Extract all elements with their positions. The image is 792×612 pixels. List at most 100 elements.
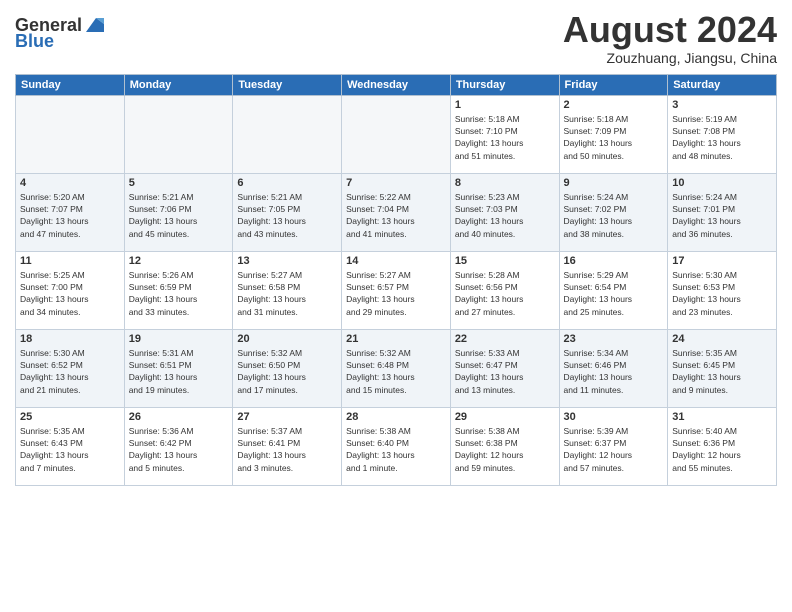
day-number: 4 [20, 177, 120, 189]
calendar-week-5: 25 Sunrise: 5:35 AMSunset: 6:43 PMDayligh… [16, 407, 777, 485]
day-info: Sunrise: 5:35 AMSunset: 6:45 PMDaylight:… [672, 347, 772, 396]
day-number: 19 [129, 333, 229, 345]
calendar-cell-5-4: 28Sunrise: 5:38 AMSunset: 6:40 PMDayligh… [342, 407, 451, 485]
calendar-header-row: Sunday Monday Tuesday Wednesday Thursday… [16, 74, 777, 95]
day-number: 18 [20, 333, 120, 345]
calendar-cell-2-7: 10 Sunrise: 5:24 AMSunset: 7:01 PMDayligh… [668, 173, 777, 251]
day-info: Sunrise: 5:40 AMSunset: 6:36 PMDaylight:… [672, 425, 772, 474]
day-info: Sunrise: 5:31 AMSunset: 6:51 PMDaylight:… [129, 347, 229, 396]
calendar-body: 1 Sunrise: 5:18 AMSunset: 7:10 PMDaylight… [16, 95, 777, 485]
col-sunday: Sunday [16, 74, 125, 95]
month-title: August 2024 [563, 10, 777, 50]
calendar-cell-3-3: 13 Sunrise: 5:27 AMSunset: 6:58 PMDayligh… [233, 251, 342, 329]
calendar-cell-3-7: 17Sunrise: 5:30 AMSunset: 6:53 PMDayligh… [668, 251, 777, 329]
day-number: 8 [455, 177, 555, 189]
day-number: 23 [564, 333, 664, 345]
day-number: 28 [346, 411, 446, 423]
day-info: Sunrise: 5:27 AMSunset: 6:58 PMDaylight:… [237, 269, 337, 318]
calendar-cell-5-7: 31 Sunrise: 5:40 AMSunset: 6:36 PMDayligh… [668, 407, 777, 485]
calendar-cell-5-1: 25 Sunrise: 5:35 AMSunset: 6:43 PMDayligh… [16, 407, 125, 485]
day-number: 13 [237, 255, 337, 267]
day-info: Sunrise: 5:18 AMSunset: 7:10 PMDaylight:… [455, 113, 555, 162]
day-number: 30 [564, 411, 664, 423]
calendar-cell-4-2: 19 Sunrise: 5:31 AMSunset: 6:51 PMDayligh… [124, 329, 233, 407]
logo: General Blue [15, 14, 104, 50]
day-info: Sunrise: 5:32 AMSunset: 6:50 PMDaylight:… [237, 347, 337, 396]
page: General Blue August 2024 Zouzhuang, Jian… [0, 0, 792, 612]
day-number: 7 [346, 177, 446, 189]
calendar-cell-2-2: 5 Sunrise: 5:21 AMSunset: 7:06 PMDaylight… [124, 173, 233, 251]
day-number: 14 [346, 255, 446, 267]
day-number: 3 [672, 99, 772, 111]
day-info: Sunrise: 5:33 AMSunset: 6:47 PMDaylight:… [455, 347, 555, 396]
day-number: 9 [564, 177, 664, 189]
day-number: 26 [129, 411, 229, 423]
calendar-cell-1-6: 2Sunrise: 5:18 AMSunset: 7:09 PMDaylight… [559, 95, 668, 173]
day-number: 29 [455, 411, 555, 423]
day-number: 5 [129, 177, 229, 189]
col-monday: Monday [124, 74, 233, 95]
day-info: Sunrise: 5:20 AMSunset: 7:07 PMDaylight:… [20, 191, 120, 240]
day-number: 17 [672, 255, 772, 267]
col-saturday: Saturday [668, 74, 777, 95]
day-number: 27 [237, 411, 337, 423]
calendar-cell-1-2 [124, 95, 233, 173]
calendar-cell-5-3: 27 Sunrise: 5:37 AMSunset: 6:41 PMDayligh… [233, 407, 342, 485]
col-thursday: Thursday [450, 74, 559, 95]
day-info: Sunrise: 5:28 AMSunset: 6:56 PMDaylight:… [455, 269, 555, 318]
calendar-week-3: 11Sunrise: 5:25 AMSunset: 7:00 PMDayligh… [16, 251, 777, 329]
calendar-cell-4-5: 22 Sunrise: 5:33 AMSunset: 6:47 PMDayligh… [450, 329, 559, 407]
calendar-cell-4-1: 18 Sunrise: 5:30 AMSunset: 6:52 PMDayligh… [16, 329, 125, 407]
calendar-cell-2-4: 7 Sunrise: 5:22 AMSunset: 7:04 PMDaylight… [342, 173, 451, 251]
calendar-cell-3-4: 14 Sunrise: 5:27 AMSunset: 6:57 PMDayligh… [342, 251, 451, 329]
calendar-cell-1-1 [16, 95, 125, 173]
col-wednesday: Wednesday [342, 74, 451, 95]
day-info: Sunrise: 5:23 AMSunset: 7:03 PMDaylight:… [455, 191, 555, 240]
day-number: 6 [237, 177, 337, 189]
day-info: Sunrise: 5:24 AMSunset: 7:01 PMDaylight:… [672, 191, 772, 240]
day-info: Sunrise: 5:27 AMSunset: 6:57 PMDaylight:… [346, 269, 446, 318]
day-info: Sunrise: 5:29 AMSunset: 6:54 PMDaylight:… [564, 269, 664, 318]
day-number: 12 [129, 255, 229, 267]
day-info: Sunrise: 5:37 AMSunset: 6:41 PMDaylight:… [237, 425, 337, 474]
calendar-cell-4-6: 23Sunrise: 5:34 AMSunset: 6:46 PMDayligh… [559, 329, 668, 407]
day-info: Sunrise: 5:39 AMSunset: 6:37 PMDaylight:… [564, 425, 664, 474]
calendar-cell-1-5: 1 Sunrise: 5:18 AMSunset: 7:10 PMDaylight… [450, 95, 559, 173]
day-number: 1 [455, 99, 555, 111]
calendar-cell-5-2: 26 Sunrise: 5:36 AMSunset: 6:42 PMDayligh… [124, 407, 233, 485]
calendar-cell-5-6: 30 Sunrise: 5:39 AMSunset: 6:37 PMDayligh… [559, 407, 668, 485]
calendar-cell-1-7: 3Sunrise: 5:19 AMSunset: 7:08 PMDaylight… [668, 95, 777, 173]
day-number: 11 [20, 255, 120, 267]
calendar-cell-5-5: 29Sunrise: 5:38 AMSunset: 6:38 PMDayligh… [450, 407, 559, 485]
col-friday: Friday [559, 74, 668, 95]
day-number: 21 [346, 333, 446, 345]
calendar-cell-3-5: 15 Sunrise: 5:28 AMSunset: 6:56 PMDayligh… [450, 251, 559, 329]
calendar-week-1: 1 Sunrise: 5:18 AMSunset: 7:10 PMDaylight… [16, 95, 777, 173]
calendar-week-2: 4 Sunrise: 5:20 AMSunset: 7:07 PMDaylight… [16, 173, 777, 251]
location-subtitle: Zouzhuang, Jiangsu, China [563, 50, 777, 66]
day-info: Sunrise: 5:22 AMSunset: 7:04 PMDaylight:… [346, 191, 446, 240]
day-number: 25 [20, 411, 120, 423]
day-info: Sunrise: 5:35 AMSunset: 6:43 PMDaylight:… [20, 425, 120, 474]
day-info: Sunrise: 5:18 AMSunset: 7:09 PMDaylight:… [564, 113, 664, 162]
calendar-cell-4-4: 21Sunrise: 5:32 AMSunset: 6:48 PMDayligh… [342, 329, 451, 407]
day-number: 10 [672, 177, 772, 189]
day-number: 15 [455, 255, 555, 267]
day-number: 24 [672, 333, 772, 345]
day-info: Sunrise: 5:21 AMSunset: 7:06 PMDaylight:… [129, 191, 229, 240]
day-info: Sunrise: 5:36 AMSunset: 6:42 PMDaylight:… [129, 425, 229, 474]
day-number: 16 [564, 255, 664, 267]
calendar-cell-2-3: 6Sunrise: 5:21 AMSunset: 7:05 PMDaylight… [233, 173, 342, 251]
calendar-cell-2-5: 8 Sunrise: 5:23 AMSunset: 7:03 PMDaylight… [450, 173, 559, 251]
day-number: 22 [455, 333, 555, 345]
header: General Blue August 2024 Zouzhuang, Jian… [15, 10, 777, 66]
calendar-cell-1-4 [342, 95, 451, 173]
calendar-table: Sunday Monday Tuesday Wednesday Thursday… [15, 74, 777, 486]
title-block: August 2024 Zouzhuang, Jiangsu, China [563, 10, 777, 66]
logo-blue-text: Blue [15, 32, 54, 50]
day-info: Sunrise: 5:30 AMSunset: 6:52 PMDaylight:… [20, 347, 120, 396]
day-number: 31 [672, 411, 772, 423]
logo-icon [82, 14, 104, 36]
day-info: Sunrise: 5:26 AMSunset: 6:59 PMDaylight:… [129, 269, 229, 318]
calendar-cell-4-3: 20Sunrise: 5:32 AMSunset: 6:50 PMDayligh… [233, 329, 342, 407]
